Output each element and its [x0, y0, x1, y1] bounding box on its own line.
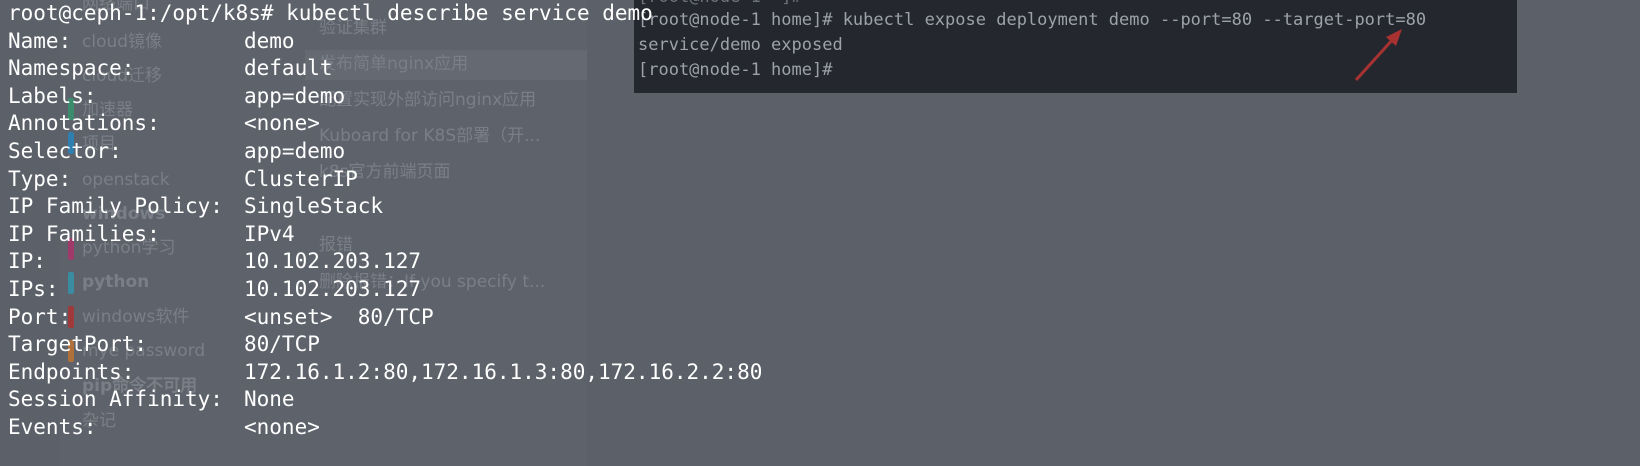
field-value: 172.16.1.2:80,172.16.1.3:80,172.16.2.2:8…: [244, 359, 763, 384]
describe-field-row: Session Affinity: None: [8, 386, 762, 414]
field-key: Namespace:: [8, 56, 135, 81]
field-value: IPv4: [244, 221, 295, 246]
terminal-prompt-line: root@ceph-1:/opt/k8s# kubectl describe s…: [8, 1, 653, 25]
field-value: <none>: [244, 111, 320, 136]
field-value: default: [244, 56, 333, 81]
describe-field-row: IP Family Policy: SingleStack: [8, 193, 762, 221]
field-value: 10.102.203.127: [244, 249, 422, 274]
field-value: <none>: [244, 414, 320, 439]
field-key: TargetPort:: [8, 332, 148, 357]
field-value: SingleStack: [244, 194, 384, 219]
describe-field-row: Type: ClusterIP: [8, 166, 762, 194]
field-key: Events:: [8, 414, 97, 439]
field-value: None: [244, 387, 295, 412]
describe-field-row: Selector: app=demo: [8, 138, 762, 166]
describe-field-row: IP Families: IPv4: [8, 221, 762, 249]
field-key: IPs:: [8, 276, 59, 301]
describe-field-row: IP: 10.102.203.127: [8, 248, 762, 276]
field-key: Endpoints:: [8, 359, 135, 384]
terminal-output: root@ceph-1:/opt/k8s# kubectl describe s…: [8, 0, 762, 442]
describe-field-row: Name: demo: [8, 28, 762, 56]
describe-field-row: Namespace: default: [8, 55, 762, 83]
annotation-arrow-icon: [1354, 29, 1402, 82]
describe-field-row: Endpoints: 172.16.1.2:80,172.16.1.3:80,17…: [8, 359, 762, 387]
field-key: Port:: [8, 304, 72, 329]
field-value: app=demo: [244, 83, 346, 108]
field-value: ClusterIP: [244, 166, 358, 191]
field-key: Selector:: [8, 138, 122, 163]
field-key: Name:: [8, 28, 72, 53]
field-value: app=demo: [244, 138, 346, 163]
describe-field-row: Events: <none>: [8, 414, 762, 442]
field-value: demo: [244, 28, 295, 53]
field-key: Labels:: [8, 83, 97, 108]
field-key: Type:: [8, 166, 72, 191]
field-key: IP Families:: [8, 221, 160, 246]
describe-field-row: Labels: app=demo: [8, 83, 762, 111]
describe-field-row: TargetPort: 80/TCP: [8, 331, 762, 359]
field-key: Annotations:: [8, 111, 160, 136]
describe-field-row: Port: <unset> 80/TCP: [8, 304, 762, 332]
field-value: <unset> 80/TCP: [244, 304, 434, 329]
describe-field-row: IPs: 10.102.203.127: [8, 276, 762, 304]
field-key: Session Affinity:: [8, 387, 223, 412]
field-key: IP:: [8, 249, 46, 274]
field-value: 10.102.203.127: [244, 276, 422, 301]
describe-field-row: Annotations: <none>: [8, 110, 762, 138]
inset-terminal-screenshot: [root@node-1 ~]# [root@node-1 home]# kub…: [634, 0, 1517, 93]
field-key: IP Family Policy:: [8, 194, 223, 219]
field-value: 80/TCP: [244, 332, 320, 357]
